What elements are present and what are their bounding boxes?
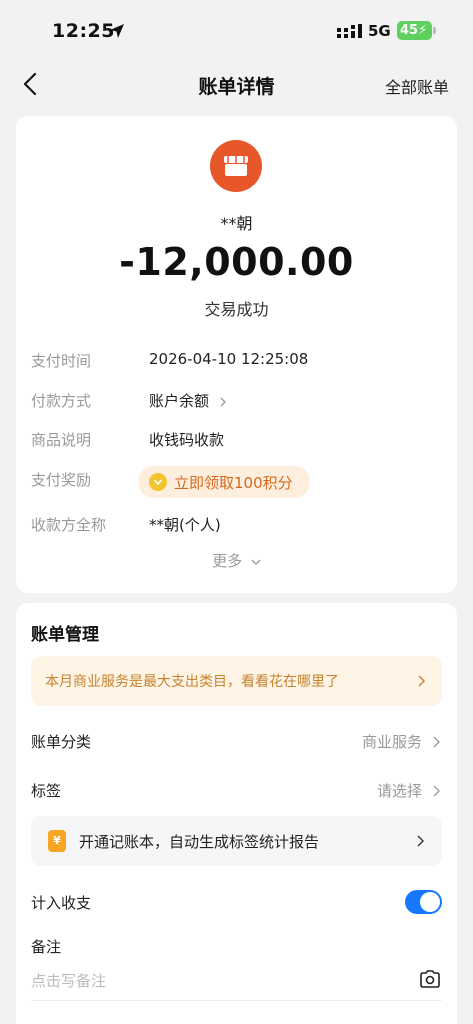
chevron-down-icon: [251, 559, 261, 565]
status-bar: 12:25 5G 45⚡: [0, 0, 473, 62]
battery-icon: 45⚡: [397, 21, 436, 40]
bill-management-card: 账单管理 本月商业服务是最大支出类目，看看花在哪里了 账单分类 商业服务 标签 …: [16, 603, 457, 1024]
claim-points-button[interactable]: 立即领取100积分: [138, 466, 310, 498]
detail-value-time: 2026-04-10 12:25:08: [149, 350, 309, 368]
count-label: 计入收支: [31, 894, 92, 912]
detail-value-item: 收钱码收款: [149, 431, 225, 449]
detail-value-payee: **朝(个人): [149, 516, 221, 534]
status-time: 12:25: [52, 20, 115, 42]
chevron-right-icon: [418, 675, 425, 687]
transaction-status: 交易成功: [204, 300, 269, 319]
bill-category-row[interactable]: 账单分类 商业服务: [31, 727, 442, 757]
tip-text: 本月商业服务是最大支出类目，看看花在哪里了: [45, 674, 339, 690]
tag-label: 标签: [31, 782, 62, 800]
note-label: 备注: [31, 938, 62, 956]
network-label: 5G: [368, 22, 391, 40]
chevron-right-icon: [417, 835, 424, 847]
chevron-right-icon: [433, 736, 440, 748]
reward-text: 立即领取100积分: [174, 474, 293, 492]
account-book-icon: ¥: [48, 830, 66, 852]
toggle-knob: [420, 892, 440, 912]
signal-icon: [337, 24, 362, 38]
all-bills-link[interactable]: 全部账单: [385, 74, 449, 98]
merchant-store-icon: [210, 140, 262, 192]
battery-level: 45: [400, 23, 419, 38]
category-value: 商业服务: [361, 733, 422, 751]
category-label: 账单分类: [31, 733, 92, 751]
more-label: 更多: [212, 552, 243, 570]
detail-label-reward: 支付奖励: [31, 471, 92, 489]
detail-label-method: 付款方式: [31, 392, 92, 410]
coin-icon: [149, 473, 167, 491]
nav-bar: 账单详情 全部账单: [0, 62, 473, 108]
account-book-promo[interactable]: ¥ 开通记账本，自动生成标签统计报告: [31, 816, 442, 866]
chevron-right-icon: [220, 397, 226, 406]
note-input[interactable]: [31, 969, 401, 993]
detail-label-time: 支付时间: [31, 352, 92, 370]
detail-label-payee: 收款方全称: [31, 516, 107, 534]
transaction-amount: -12,000.00: [119, 240, 354, 284]
transaction-card: **朝 -12,000.00 交易成功 支付时间 2026-04-10 12:2…: [16, 116, 457, 593]
merchant-name: **朝: [220, 214, 253, 233]
location-arrow-icon: [110, 24, 124, 38]
more-details-link[interactable]: 更多: [16, 550, 457, 571]
detail-label-item: 商品说明: [31, 431, 92, 449]
count-in-stats-row: 计入收支: [31, 888, 442, 918]
promo-text: 开通记账本，自动生成标签统计报告: [79, 833, 320, 851]
detail-value-method: 账户余额: [149, 392, 210, 410]
payment-method-link[interactable]: 账户余额: [149, 390, 228, 411]
camera-icon[interactable]: [419, 969, 441, 989]
spending-tip-banner[interactable]: 本月商业服务是最大支出类目，看看花在哪里了: [31, 656, 442, 706]
divider: [31, 1000, 442, 1001]
tag-row[interactable]: 标签 请选择: [31, 776, 442, 806]
section-title: 账单管理: [31, 625, 99, 645]
tag-value: 请选择: [376, 782, 422, 800]
chevron-right-icon: [433, 785, 440, 797]
count-toggle[interactable]: [405, 890, 442, 914]
